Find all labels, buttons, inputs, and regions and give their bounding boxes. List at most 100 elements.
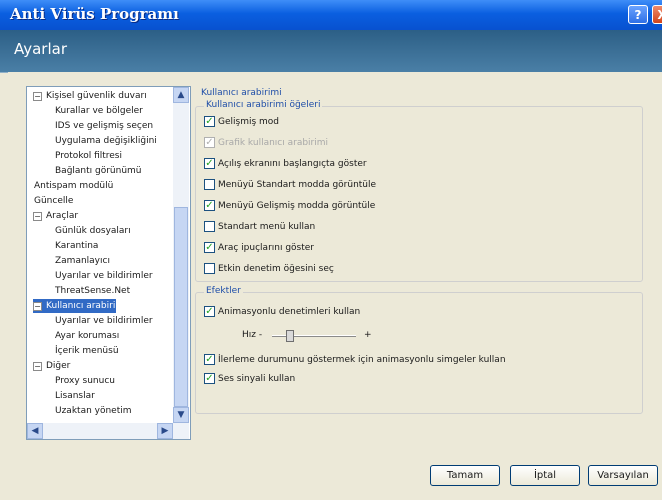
tree-item-label: Güncelle bbox=[34, 196, 74, 206]
tree-item-label: Ayar koruması bbox=[55, 331, 120, 341]
tree-item[interactable]: ThreatSense.Net bbox=[54, 284, 131, 298]
tree-collapse-icon[interactable]: − bbox=[33, 362, 42, 371]
tree-item-label: Proxy sunucu bbox=[55, 376, 115, 386]
section-title: Kullanıcı arabirimi bbox=[201, 88, 282, 98]
tree-item[interactable]: Zamanlayıcı bbox=[54, 254, 111, 268]
tree-item[interactable]: − Araçlar bbox=[33, 209, 78, 223]
option-label: Gelişmiş mod bbox=[218, 117, 280, 127]
dialog-body: − Kişisel güvenlik duvarı Kurallar ve bölg… bbox=[8, 72, 662, 500]
option-label: Standart menü kullan bbox=[218, 222, 316, 232]
option-label: Animasyonlu denetimleri kullan bbox=[218, 307, 361, 317]
checkbox-icon: ✓ bbox=[204, 137, 215, 148]
tree-item-label: Günlük dosyaları bbox=[55, 226, 131, 236]
app-window: Anti Virüs Programı ? X Ayarlar − Kişisel… bbox=[0, 0, 662, 500]
tree-vertical-scrollbar[interactable]: ▲ ▼ bbox=[173, 87, 189, 423]
tree-collapse-icon[interactable]: − bbox=[33, 212, 42, 221]
tree-item[interactable]: Ayar koruması bbox=[54, 329, 120, 343]
checkbox-icon[interactable]: ✓ bbox=[204, 242, 215, 253]
tree-item[interactable]: Proxy sunucu bbox=[54, 374, 116, 388]
scroll-down-icon[interactable]: ▼ bbox=[173, 407, 189, 423]
option-label: Grafik kullanıcı arabirimi bbox=[218, 138, 329, 148]
option-label: Araç ipuçlarını göster bbox=[218, 243, 315, 253]
tree-item-label: Zamanlayıcı bbox=[55, 256, 110, 266]
tree-item-label: Araçlar bbox=[46, 211, 79, 221]
tree-item-label: Antispam modülü bbox=[34, 181, 114, 191]
tree-item[interactable]: Bağlantı görünümü bbox=[54, 164, 143, 178]
scroll-left-icon[interactable]: ◀ bbox=[27, 423, 43, 439]
speed-plus-label: + bbox=[364, 330, 372, 340]
title-bar: Anti Virüs Programı ? X bbox=[0, 0, 662, 30]
settings-header: Ayarlar bbox=[0, 30, 662, 73]
option-label: Ses sinyali kullan bbox=[218, 374, 296, 384]
option-label: Menüyü Standart modda görüntüle bbox=[218, 180, 377, 190]
tree-item[interactable]: Protokol filtresi bbox=[54, 149, 123, 163]
page-title: Ayarlar bbox=[14, 40, 68, 58]
tree-item-label: Uyarılar ve bildirimler bbox=[55, 271, 153, 281]
tree-item-label: Uyarılar ve bildirimler bbox=[55, 316, 153, 326]
tree-item-label: Uygulama değişikliğini bbox=[55, 136, 157, 146]
tree-item-label: Lisanslar bbox=[55, 391, 95, 401]
tree-item[interactable]: Kurallar ve bölgeler bbox=[54, 104, 144, 118]
tree-item[interactable]: İçerik menüsü bbox=[54, 344, 120, 358]
tree-item[interactable]: IDS ve gelişmiş seçen bbox=[54, 119, 154, 133]
checkbox-icon[interactable]: ✓ bbox=[204, 373, 215, 384]
tree-item-label: Bağlantı görünümü bbox=[55, 166, 142, 176]
tree-item[interactable]: Uyarılar ve bildirimler bbox=[54, 269, 154, 283]
checkbox-icon[interactable] bbox=[204, 179, 215, 190]
help-button[interactable]: ? bbox=[628, 5, 648, 24]
tree-item[interactable]: Uzaktan yönetim bbox=[54, 404, 133, 418]
ui-elements-group: Kullanıcı arabirimi öğeleri ✓ Gelişmiş mo… bbox=[195, 100, 643, 282]
tree-horizontal-scrollbar[interactable]: ◀ ▶ bbox=[27, 423, 189, 439]
defaults-button[interactable]: Varsayılan bbox=[588, 465, 658, 486]
tree-item-label: Kişisel güvenlik duvarı bbox=[46, 91, 147, 101]
tree-list: − Kişisel güvenlik duvarı Kurallar ve bölg… bbox=[27, 87, 173, 423]
option-label: İlerleme durumunu göstermek için animasy… bbox=[218, 355, 506, 365]
tree-item[interactable]: Günlük dosyaları bbox=[54, 224, 132, 238]
tree-item[interactable]: Lisanslar bbox=[54, 389, 96, 403]
tree-item[interactable]: Karantina bbox=[54, 239, 99, 253]
speed-slider-track[interactable] bbox=[272, 335, 356, 337]
tree-item[interactable]: Güncelle bbox=[33, 194, 74, 208]
ui-elements-group-label: Kullanıcı arabirimi öğeleri bbox=[204, 100, 323, 110]
option-label: Açılış ekranını başlangıçta göster bbox=[218, 159, 367, 169]
tree-item[interactable]: − Kullanıcı arabirimi bbox=[33, 299, 127, 313]
tree-item[interactable]: − Diğer bbox=[33, 359, 70, 373]
scroll-up-icon[interactable]: ▲ bbox=[173, 87, 189, 103]
speed-label: Hız - bbox=[242, 330, 263, 340]
ok-button[interactable]: Tamam bbox=[430, 465, 500, 486]
checkbox-icon[interactable]: ✓ bbox=[204, 306, 215, 317]
checkbox-icon[interactable] bbox=[204, 263, 215, 274]
effects-group-label: Efektler bbox=[204, 286, 243, 296]
tree-item-label: Karantina bbox=[55, 241, 99, 251]
cancel-button[interactable]: İptal bbox=[510, 465, 580, 486]
scroll-right-icon[interactable]: ▶ bbox=[157, 423, 173, 439]
tree-item-label: Protokol filtresi bbox=[55, 151, 122, 161]
tree-item[interactable]: Uygulama değişikliğini bbox=[54, 134, 158, 148]
tree-item-label: Diğer bbox=[46, 361, 71, 371]
speed-slider-thumb[interactable] bbox=[285, 330, 294, 342]
tree-item-label: ThreatSense.Net bbox=[55, 286, 131, 296]
checkbox-icon[interactable]: ✓ bbox=[204, 158, 215, 169]
tree-item[interactable]: Antispam modülü bbox=[33, 179, 114, 193]
tree-item-label: Uzaktan yönetim bbox=[55, 406, 132, 416]
option-label: Menüyü Gelişmiş modda görüntüle bbox=[218, 201, 376, 211]
effects-group: Efektler ✓ Animasyonlu denetimleri kullan… bbox=[195, 286, 643, 414]
checkbox-icon[interactable]: ✓ bbox=[204, 354, 215, 365]
tree-item[interactable]: Uyarılar ve bildirimler bbox=[54, 314, 154, 328]
tree-item-label: Kurallar ve bölgeler bbox=[55, 106, 143, 116]
option-label: Etkin denetim öğesini seç bbox=[218, 264, 334, 274]
settings-content: Kullanıcı arabirimi Kullanıcı arabirimi … bbox=[191, 86, 654, 460]
tree-item-label: IDS ve gelişmiş seçen bbox=[55, 121, 154, 131]
checkbox-icon[interactable] bbox=[204, 221, 215, 232]
close-button[interactable]: X bbox=[652, 5, 662, 24]
tree-item-label: İçerik menüsü bbox=[55, 346, 119, 356]
checkbox-icon[interactable]: ✓ bbox=[204, 116, 215, 127]
window-title: Anti Virüs Programı bbox=[10, 5, 179, 23]
tree-item[interactable]: − Kişisel güvenlik duvarı bbox=[33, 89, 147, 103]
tree-collapse-icon[interactable]: − bbox=[33, 92, 42, 101]
settings-tree[interactable]: − Kişisel güvenlik duvarı Kurallar ve bölg… bbox=[26, 86, 191, 440]
checkbox-icon[interactable]: ✓ bbox=[204, 200, 215, 211]
tree-item-label: Kullanıcı arabirimi bbox=[46, 301, 127, 311]
tree-collapse-icon[interactable]: − bbox=[33, 302, 42, 311]
scroll-thumb[interactable] bbox=[174, 207, 188, 407]
